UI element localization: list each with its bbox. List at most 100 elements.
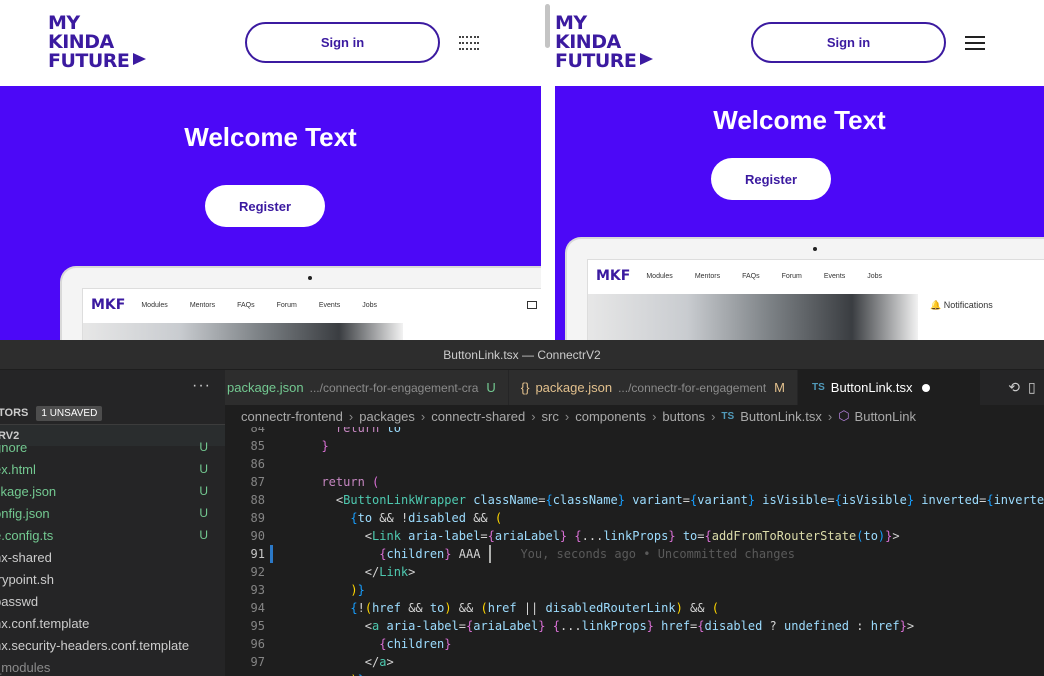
code-line: 89 {to && !disabled && ( xyxy=(250,511,503,525)
code-editor[interactable]: 84 return to 85 } 86 87 return ( 88 <But… xyxy=(225,427,1044,676)
code-line: 93 )} xyxy=(250,583,365,597)
hero-section: Welcome Text Register MKF Modules Mentor… xyxy=(0,86,541,340)
file-item[interactable]: e.config.tsU xyxy=(0,524,225,546)
menu-icon[interactable] xyxy=(459,36,479,50)
code-line: 85 } xyxy=(250,439,329,453)
screen: MY KINDA FUTURE Sign in Welcome Text Reg… xyxy=(0,0,1044,676)
file-item[interactable]: onfig.jsonU xyxy=(0,502,225,524)
mail-icon xyxy=(527,301,537,309)
mini-nav-item: Modules xyxy=(141,301,168,309)
file-item[interactable]: ex.htmlU xyxy=(0,458,225,480)
laptop-mockup: MKF Modules Mentors FAQs Forum Events Jo… xyxy=(565,237,1044,340)
mini-nav-item: Jobs xyxy=(362,301,378,309)
logo-line: FUTURE xyxy=(48,50,130,72)
mini-nav-item: Mentors xyxy=(189,301,216,309)
mkf-logo[interactable]: MY KINDA FUTURE xyxy=(555,14,654,72)
mini-nav: MKF Modules Mentors FAQs Forum Events Jo… xyxy=(588,260,1044,292)
file-item[interactable]: nx.conf.template xyxy=(0,612,225,634)
laptop-screen: MKF Modules Mentors FAQs Forum Events Jo… xyxy=(82,288,541,340)
logo-arrow-icon xyxy=(133,53,147,65)
code-line-current: 91 {children} AAA You, seconds ago • Unco… xyxy=(250,547,795,561)
file-item[interactable]: passwd xyxy=(0,590,225,612)
breadcrumb-item[interactable]: src xyxy=(542,409,559,424)
json-file-icon: {} xyxy=(520,380,530,395)
logo-arrow-icon xyxy=(640,53,654,65)
breadcrumb: connectr-frontend › packages › connectr-sh… xyxy=(241,408,916,424)
code-line: 97 </a> xyxy=(250,655,394,669)
logo-line: FUTURE xyxy=(555,50,637,72)
breadcrumb-item[interactable]: packages xyxy=(359,409,415,424)
window-title: ButtonLink.tsx — ConnectrV2 xyxy=(0,340,1044,370)
notifications-label: 🔔 Notifications xyxy=(930,300,993,310)
register-button[interactable]: Register xyxy=(205,185,325,227)
text-cursor xyxy=(489,545,491,563)
webcam-dot xyxy=(308,276,312,280)
mini-nav-item: FAQs xyxy=(742,272,760,280)
open-editors-label: TORS xyxy=(0,407,29,419)
ts-file-icon: TS xyxy=(812,382,825,393)
file-item[interactable]: nx.security-headers.conf.template xyxy=(0,634,225,656)
code-line: 94 {!(href && to) && (href || disabledRo… xyxy=(250,601,719,615)
mini-nav-item: Forum xyxy=(276,301,297,309)
webcam-dot xyxy=(813,247,817,251)
scrollbar-thumb[interactable] xyxy=(545,4,550,48)
code-line: 95 <a aria-label={ariaLabel} {...linkPro… xyxy=(250,619,915,633)
breadcrumb-item[interactable]: connectr-shared xyxy=(431,409,525,424)
browser-pane-right: MY KINDA FUTURE Sign in Welcome Text Reg… xyxy=(555,0,1044,340)
mini-logo: MKF xyxy=(91,297,126,313)
vscode-window: ButtonLink.tsx — ConnectrV2 ··· TORS 1 U… xyxy=(0,340,1044,676)
register-button[interactable]: Register xyxy=(711,158,831,200)
git-blame-annotation: You, seconds ago • Uncommitted changes xyxy=(520,547,795,561)
mini-nav-item: Events xyxy=(318,301,341,309)
open-editors-header[interactable]: TORS 1 UNSAVED xyxy=(0,402,225,424)
mini-hero-photo xyxy=(83,323,403,340)
breadcrumb-item[interactable]: ButtonLink.tsx xyxy=(740,409,822,424)
file-item[interactable]: ckage.json U xyxy=(0,480,225,502)
mini-hero-photo xyxy=(588,294,918,340)
sign-in-button[interactable]: Sign in xyxy=(245,22,440,63)
file-item[interactable]: trypoint.sh xyxy=(0,568,225,590)
breadcrumb-item[interactable]: buttons xyxy=(662,409,705,424)
mini-nav: MKF Modules Mentors FAQs Forum Events Jo… xyxy=(83,289,541,321)
mini-nav-item: Forum xyxy=(781,272,802,280)
file-item[interactable]: _modules xyxy=(0,656,225,676)
file-item[interactable]: gnoreU xyxy=(0,436,225,458)
sign-in-button[interactable]: Sign in xyxy=(751,22,946,63)
split-editor-icon[interactable]: ▯ xyxy=(1028,379,1036,396)
code-line: 88 <ButtonLinkWrapper className={classNa… xyxy=(250,493,1044,507)
mini-nav-item: Events xyxy=(823,272,846,280)
ts-file-icon: TS xyxy=(721,410,735,422)
welcome-heading: Welcome Text xyxy=(184,122,357,152)
tab-buttonlink-tsx[interactable]: TS ButtonLink.tsx xyxy=(798,370,982,405)
code-line: 84 return to xyxy=(250,427,401,435)
editor-actions: ⟲ ▯ xyxy=(1000,370,1044,405)
mkf-logo[interactable]: MY KINDA FUTURE xyxy=(48,14,147,72)
editor-tabs: package.json .../connectr-for-engagement… xyxy=(225,370,1044,405)
symbol-class-icon: ⬡ xyxy=(838,408,850,423)
explorer-sidebar: ··· TORS 1 UNSAVED RV2 gnoreU ex.htmlU c… xyxy=(0,370,225,676)
pane-divider[interactable] xyxy=(541,0,555,340)
more-icon[interactable]: ··· xyxy=(0,370,225,402)
code-line: 92 </Link> xyxy=(250,565,416,579)
code-line: 86 xyxy=(250,457,265,471)
code-line: 96 {children} xyxy=(250,637,452,651)
menu-icon[interactable] xyxy=(965,36,985,50)
history-icon[interactable]: ⟲ xyxy=(1008,379,1020,396)
unsaved-dot-icon[interactable] xyxy=(922,383,931,392)
mini-nav-item: FAQs xyxy=(237,301,255,309)
mini-nav-item: Jobs xyxy=(867,272,883,280)
file-item[interactable]: nx-shared xyxy=(0,546,225,568)
breadcrumb-item[interactable]: connectr-frontend xyxy=(241,409,343,424)
laptop-mockup: MKF Modules Mentors FAQs Forum Events Jo… xyxy=(60,266,541,340)
breadcrumb-item[interactable]: ButtonLink xyxy=(855,409,916,424)
mini-logo: MKF xyxy=(596,268,631,284)
browser-pane-left: MY KINDA FUTURE Sign in Welcome Text Reg… xyxy=(0,0,541,340)
tab-package-json[interactable]: {} package.json .../connectr-for-engagem… xyxy=(508,370,798,405)
tab-package-json-cra[interactable]: package.json .../connectr-for-engagement… xyxy=(225,370,509,405)
site-header: MY KINDA FUTURE Sign in xyxy=(0,0,541,86)
hero-section: Welcome Text Register MKF Modules Mentor… xyxy=(555,86,1044,340)
laptop-screen: MKF Modules Mentors FAQs Forum Events Jo… xyxy=(587,259,1044,340)
breadcrumb-item[interactable]: components xyxy=(575,409,646,424)
welcome-heading: Welcome Text xyxy=(713,105,886,135)
code-line: 90 <Link aria-label={ariaLabel} {...link… xyxy=(250,529,900,543)
